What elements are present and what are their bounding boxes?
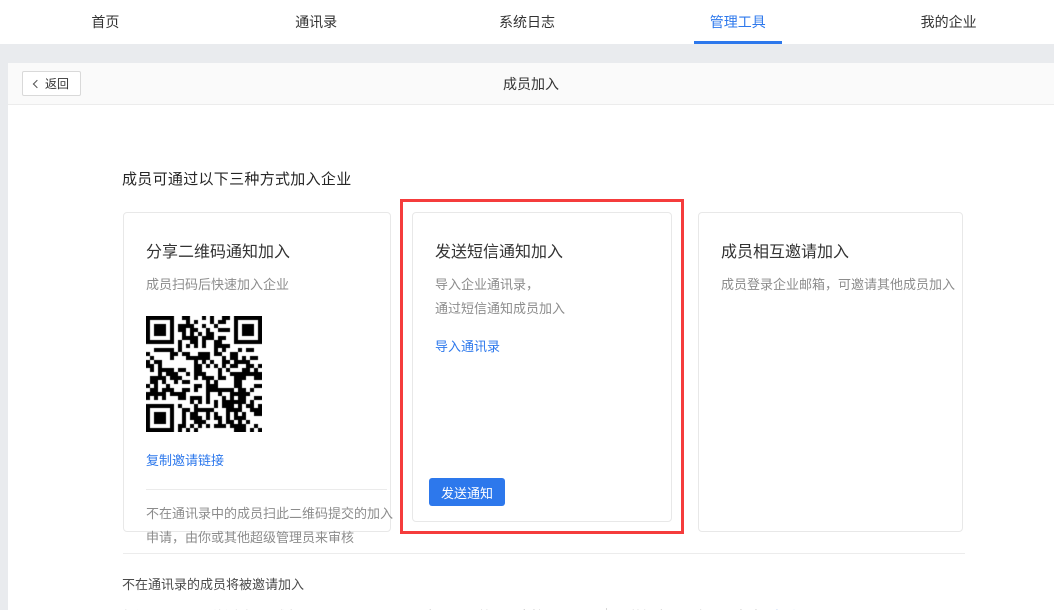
back-button-label: 返回 xyxy=(45,75,69,92)
nav-item-label: 首页 xyxy=(91,12,119,32)
section-heading: 成员可通过以下三种方式加入企业 xyxy=(122,168,352,189)
panel-header: 返回 成员加入 xyxy=(8,63,1054,105)
card-title: 分享二维码通知加入 xyxy=(146,238,390,262)
nav-item-admin-tools[interactable]: 管理工具 xyxy=(632,0,843,44)
nav-item-label: 我的企业 xyxy=(921,12,977,32)
card-title: 成员相互邀请加入 xyxy=(721,238,962,262)
nav-item-label: 管理工具 xyxy=(710,12,766,32)
nav-item-label: 通讯录 xyxy=(295,12,337,32)
nav-item-home[interactable]: 首页 xyxy=(0,0,211,44)
member-join-panel: 返回 成员加入 成员可通过以下三种方式加入企业 分享二维码通知加入 成员扫码后快… xyxy=(8,63,1054,610)
nav-item-my-enterprise[interactable]: 我的企业 xyxy=(843,0,1054,44)
card-title: 发送短信通知加入 xyxy=(435,238,671,262)
nav-item-contacts[interactable]: 通讯录 xyxy=(211,0,422,44)
card-qr-code-join: 分享二维码通知加入 成员扫码后快速加入企业 复制邀请链接 不在通讯录中的成员扫此… xyxy=(123,212,391,532)
top-navigation: 首页 通讯录 系统日志 管理工具 我的企业 xyxy=(0,0,1054,44)
card-divider xyxy=(146,489,387,490)
department-info: 部门：galaxy一体测试 xyxy=(122,606,251,610)
card-description: 成员登录企业邮箱，可邀请其他成员加入 xyxy=(721,275,962,295)
send-notification-button[interactable]: 发送通知 xyxy=(429,478,505,506)
card-mutual-invite-join: 成员相互邀请加入 成员登录企业邮箱，可邀请其他成员加入 xyxy=(698,212,963,532)
chevron-left-icon xyxy=(33,79,41,87)
card-note: 不在通讯录中的成员扫此二维码提交的加入申请，由你或其他超级管理员来审核 xyxy=(146,502,394,550)
card-description-line2: 通过短信通知成员加入 xyxy=(435,299,671,319)
applications-count-text: 共提交了 0 条加入申请 xyxy=(629,606,760,610)
footer-note: 不在通讯录的成员将被邀请加入 xyxy=(122,574,304,593)
settings-link[interactable]: 设置 xyxy=(552,606,578,610)
nav-item-system-log[interactable]: 系统日志 xyxy=(422,0,633,44)
domain-info: 域名：galaxyone.name xyxy=(273,606,407,610)
divider xyxy=(123,553,965,554)
page-title: 成员加入 xyxy=(8,74,1054,94)
card-description-line1: 导入企业通讯录， xyxy=(435,275,671,295)
view-applications-link[interactable]: 查看 xyxy=(771,606,797,610)
card-description: 成员扫码后快速加入企业 xyxy=(146,275,390,295)
footer-info-row: 部门：galaxy一体测试 域名：galaxyone.name 权限：须管理员审… xyxy=(122,606,797,610)
copy-invite-link[interactable]: 复制邀请链接 xyxy=(146,450,224,469)
permission-info: 权限：须管理员审核 xyxy=(427,606,544,610)
qr-code-image xyxy=(146,316,262,432)
join-method-cards: 分享二维码通知加入 成员扫码后快速加入企业 复制邀请链接 不在通讯录中的成员扫此… xyxy=(123,212,963,532)
back-button[interactable]: 返回 xyxy=(22,71,81,96)
active-tab-underline xyxy=(694,41,782,44)
panel-content: 成员可通过以下三种方式加入企业 分享二维码通知加入 成员扫码后快速加入企业 复制… xyxy=(8,105,1054,610)
import-contacts-link[interactable]: 导入通讯录 xyxy=(435,336,500,355)
card-sms-join: 发送短信通知加入 导入企业通讯录， 通过短信通知成员加入 导入通讯录 发送通知 xyxy=(412,212,672,522)
nav-item-label: 系统日志 xyxy=(499,12,555,32)
